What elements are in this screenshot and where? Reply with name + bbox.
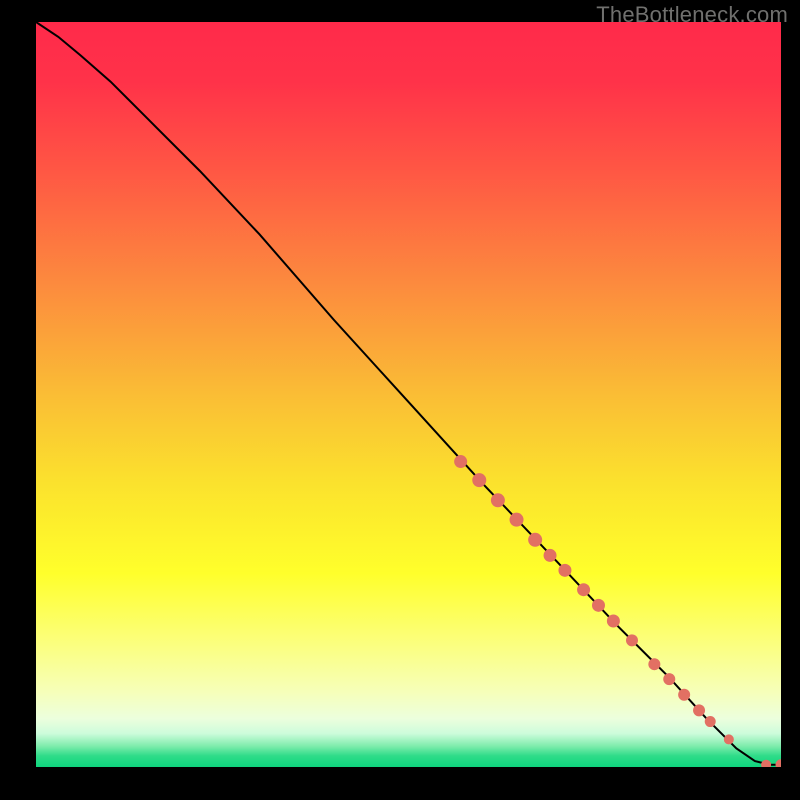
gradient-background bbox=[36, 22, 781, 767]
data-point bbox=[472, 473, 486, 487]
data-point bbox=[678, 689, 690, 701]
data-point bbox=[592, 599, 605, 612]
data-point bbox=[607, 614, 620, 627]
data-point bbox=[724, 734, 734, 744]
chart-svg bbox=[36, 22, 781, 767]
data-point bbox=[528, 533, 542, 547]
data-point bbox=[626, 634, 638, 646]
data-point bbox=[544, 549, 557, 562]
data-point bbox=[577, 583, 590, 596]
data-point bbox=[454, 455, 467, 468]
data-point bbox=[491, 493, 505, 507]
chart-root: TheBottleneck.com bbox=[0, 0, 800, 800]
data-point bbox=[558, 564, 571, 577]
data-point bbox=[693, 704, 705, 716]
plot-area bbox=[36, 22, 781, 767]
watermark-text: TheBottleneck.com bbox=[596, 2, 788, 28]
data-point bbox=[705, 716, 716, 727]
data-point bbox=[663, 673, 675, 685]
data-point bbox=[510, 513, 524, 527]
data-point bbox=[648, 658, 660, 670]
